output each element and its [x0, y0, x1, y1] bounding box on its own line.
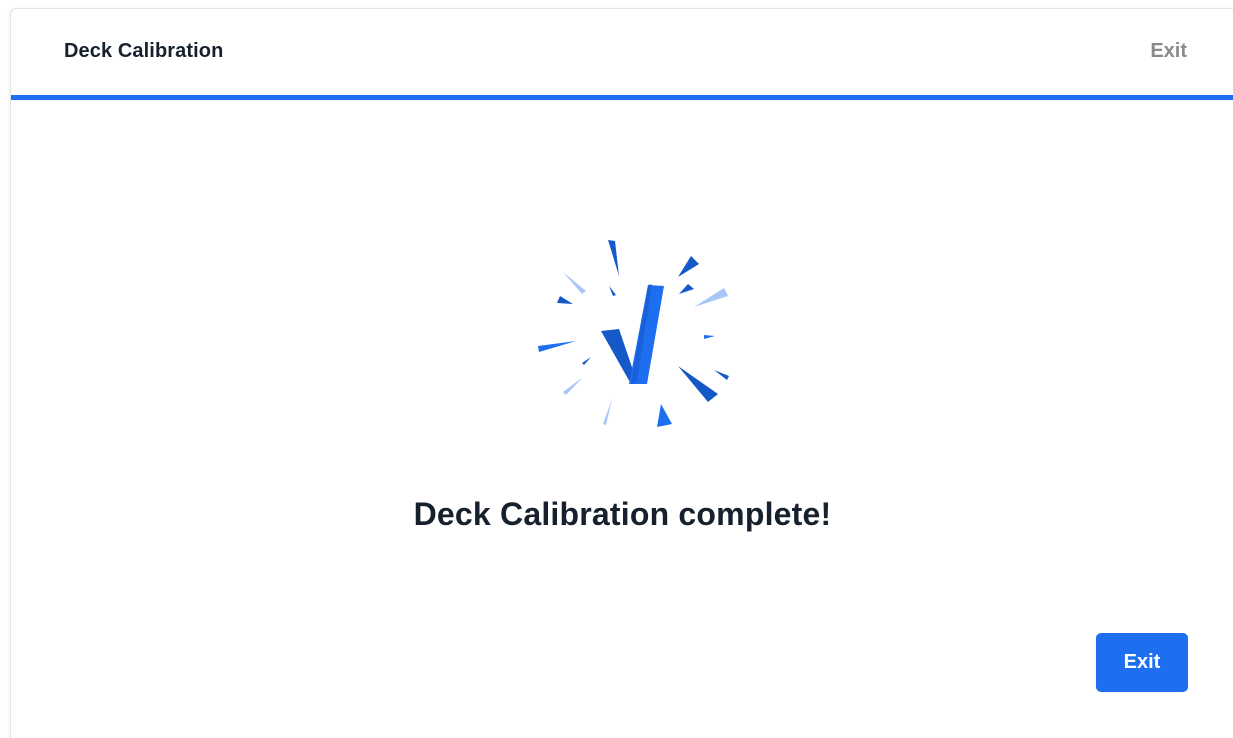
burst-shard: [538, 341, 576, 352]
burst-shard: [657, 404, 672, 427]
burst-shard: [694, 288, 728, 307]
calibration-modal: Deck Calibration Exit Deck Calibration c…: [10, 8, 1233, 738]
success-check-burst-icon: [516, 224, 736, 439]
progress-bar-fill: [11, 95, 1233, 100]
modal-title: Deck Calibration: [64, 40, 224, 62]
burst-shard: [679, 284, 694, 294]
burst-shard: [563, 377, 583, 395]
exit-button[interactable]: Exit: [1096, 633, 1188, 692]
page: Deck Calibration Exit Deck Calibration c…: [0, 0, 1233, 738]
modal-header: Deck Calibration Exit: [11, 9, 1233, 95]
burst-shard: [704, 335, 715, 339]
header-exit-button[interactable]: Exit: [1150, 40, 1187, 63]
burst-shard: [603, 399, 612, 425]
burst-shard: [678, 256, 699, 277]
check-mark: [601, 284, 664, 384]
burst-shard: [582, 357, 591, 365]
burst-shard: [563, 272, 586, 294]
burst-shard: [557, 296, 573, 304]
progress-bar: [11, 95, 1233, 100]
burst-shard: [678, 366, 718, 402]
burst-shard: [608, 240, 619, 276]
completion-message: Deck Calibration complete!: [413, 496, 832, 532]
burst-shard: [609, 286, 616, 296]
burst-shard: [714, 370, 729, 380]
